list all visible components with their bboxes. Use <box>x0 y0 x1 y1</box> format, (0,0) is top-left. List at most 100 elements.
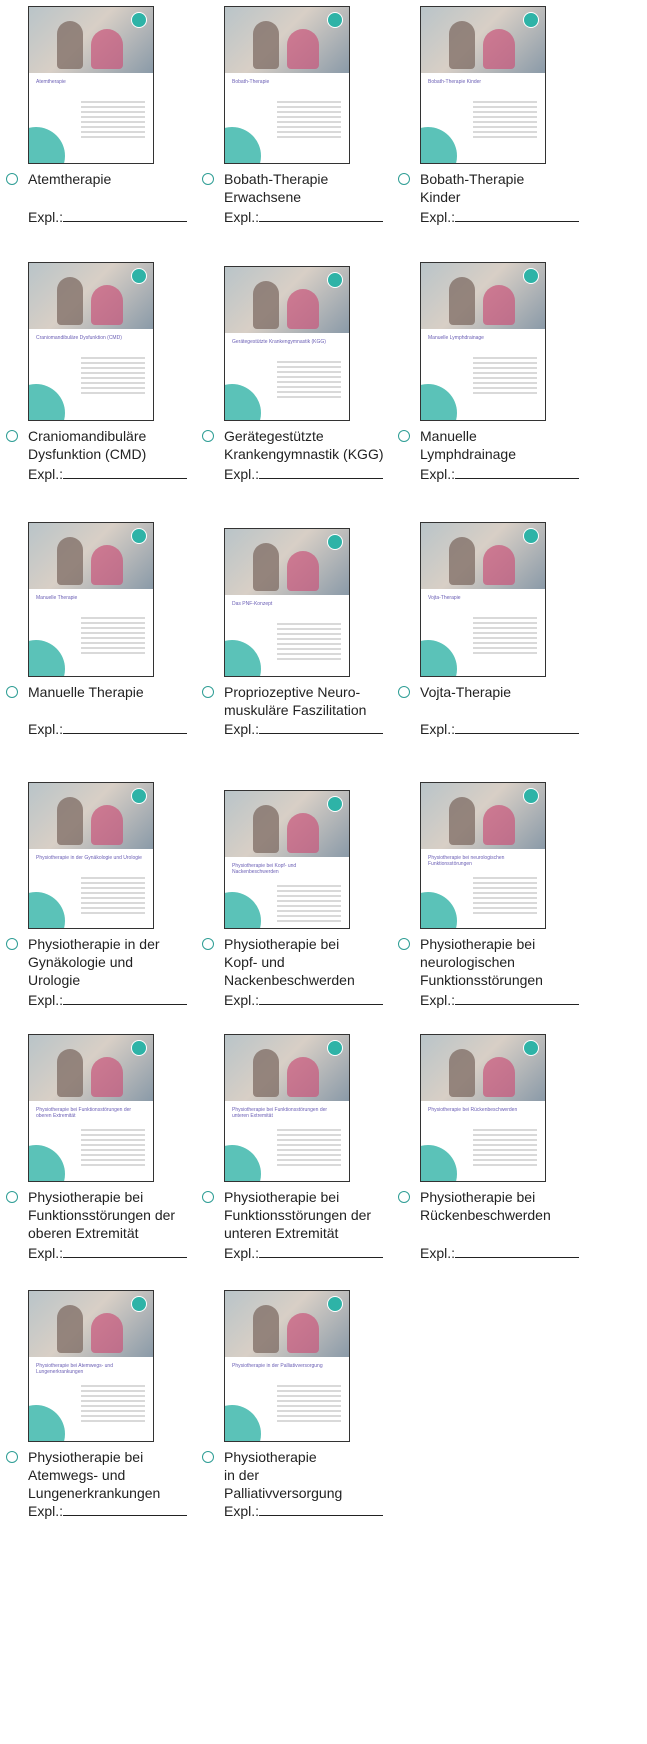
copies-field: Expl.: <box>420 991 580 1009</box>
copies-field: Expl.: <box>224 1502 384 1520</box>
select-radio-button[interactable] <box>6 173 18 185</box>
brochure-cover-image: Physiotherapie bei Funktionsstörungen de… <box>224 1034 350 1182</box>
brochure-cover-image: Physiotherapie in der Palliativversorgun… <box>224 1290 350 1442</box>
logo-badge-icon <box>523 788 539 804</box>
copies-label: Expl.: <box>420 721 456 737</box>
logo-badge-icon <box>327 1296 343 1312</box>
copies-field: Expl.: <box>224 465 384 483</box>
brochure-label: Vojta-Therapie <box>420 684 512 700</box>
select-radio-button[interactable] <box>398 173 410 185</box>
copies-input-line[interactable] <box>63 1245 188 1258</box>
brochure-title: Physiotherapie bei neurologischen Funkti… <box>428 855 505 867</box>
brochure-label: Physiotherapie bei Atemwegs- und Lungene… <box>28 1449 161 1501</box>
logo-badge-icon <box>523 12 539 28</box>
copies-label: Expl.: <box>420 1245 456 1261</box>
copies-input-line[interactable] <box>259 992 384 1005</box>
select-radio-button[interactable] <box>6 1451 18 1463</box>
brochure-label: Bobath-Therapie Erwachsene <box>224 171 329 205</box>
brochure-title: Das PNF-Konzept <box>232 601 273 607</box>
brochure-title: Manuelle Therapie <box>36 595 78 601</box>
copies-field: Expl.: <box>420 465 580 483</box>
logo-badge-icon <box>131 12 147 28</box>
brochure-title: Bobath-Therapie Kinder <box>428 79 482 85</box>
copies-label: Expl.: <box>224 721 260 737</box>
select-radio-button[interactable] <box>6 1191 18 1203</box>
select-radio-button[interactable] <box>6 938 18 950</box>
copies-input-line[interactable] <box>455 466 580 479</box>
copies-input-line[interactable] <box>259 209 384 222</box>
brochure-cover-image: Physiotherapie in der Gynäkologie und Ur… <box>28 782 154 929</box>
copies-field: Expl.: <box>28 991 188 1009</box>
copies-field: Expl.: <box>28 1244 188 1262</box>
brochure-label: Craniomandibuläre Dysfunktion (CMD) <box>28 428 147 462</box>
brochure-label: Gerätegestützte Krankengymnastik (KGG) <box>224 428 384 462</box>
copies-input-line[interactable] <box>63 209 188 222</box>
copies-field: Expl.: <box>28 465 188 483</box>
brochure-label: Physiotherapie bei Rückenbeschwerden <box>420 1189 551 1223</box>
copies-input-line[interactable] <box>63 992 188 1005</box>
copies-field: Expl.: <box>420 1244 580 1262</box>
copies-label: Expl.: <box>28 721 64 737</box>
copies-input-line[interactable] <box>455 209 580 222</box>
copies-label: Expl.: <box>224 1503 260 1519</box>
select-radio-button[interactable] <box>202 1451 214 1463</box>
copies-field: Expl.: <box>420 720 580 738</box>
logo-badge-icon <box>523 1040 539 1056</box>
copies-field: Expl.: <box>28 720 188 738</box>
copies-input-line[interactable] <box>259 721 384 734</box>
brochure-cover-image: Physiotherapie bei Atemwegs- und Lungene… <box>28 1290 154 1442</box>
select-radio-button[interactable] <box>6 686 18 698</box>
brochure-title: Physiotherapie bei Funktionsstörungen de… <box>232 1107 328 1119</box>
logo-badge-icon <box>327 796 343 812</box>
copies-label: Expl.: <box>420 466 456 482</box>
logo-badge-icon <box>131 1040 147 1056</box>
logo-badge-icon <box>327 1040 343 1056</box>
brochure-label: Bobath-Therapie Kinder <box>420 171 525 205</box>
brochure-cover-image: Physiotherapie bei Rückenbeschwerden <box>420 1034 546 1182</box>
brochure-label: Physiotherapie bei Kopf- und Nackenbesch… <box>224 936 355 988</box>
copies-label: Expl.: <box>28 992 64 1008</box>
copies-input-line[interactable] <box>63 466 188 479</box>
copies-input-line[interactable] <box>259 1245 384 1258</box>
copies-label: Expl.: <box>28 466 64 482</box>
copies-label: Expl.: <box>28 209 64 225</box>
copies-input-line[interactable] <box>455 1245 580 1258</box>
brochure-label: Physiotherapie in der Gynäkologie und Ur… <box>28 936 160 988</box>
copies-input-line[interactable] <box>455 721 580 734</box>
copies-input-line[interactable] <box>63 721 188 734</box>
copies-input-line[interactable] <box>259 466 384 479</box>
brochure-label: Manuelle Lymphdrainage <box>420 428 516 462</box>
select-radio-button[interactable] <box>398 686 410 698</box>
select-radio-button[interactable] <box>6 430 18 442</box>
brochure-cover-image: Bobath-Therapie Kinder <box>420 6 546 164</box>
select-radio-button[interactable] <box>202 938 214 950</box>
select-radio-button[interactable] <box>398 1191 410 1203</box>
brochure-label: Physiotherapie bei Funktionsstörungen de… <box>224 1189 372 1241</box>
select-radio-button[interactable] <box>202 1191 214 1203</box>
logo-badge-icon <box>523 528 539 544</box>
brochure-title: Physiotherapie in der Gynäkologie und Ur… <box>36 855 142 861</box>
brochure-label: Physiotherapie bei Funktionsstörungen de… <box>28 1189 176 1241</box>
copies-field: Expl.: <box>28 208 188 226</box>
logo-badge-icon <box>131 528 147 544</box>
copies-label: Expl.: <box>28 1503 64 1519</box>
select-radio-button[interactable] <box>398 938 410 950</box>
select-radio-button[interactable] <box>202 173 214 185</box>
copies-input-line[interactable] <box>455 992 580 1005</box>
copies-field: Expl.: <box>224 208 384 226</box>
select-radio-button[interactable] <box>202 686 214 698</box>
copies-label: Expl.: <box>224 466 260 482</box>
brochure-cover-image: Physiotherapie bei Funktionsstörungen de… <box>28 1034 154 1182</box>
copies-input-line[interactable] <box>63 1503 188 1516</box>
copies-input-line[interactable] <box>259 1503 384 1516</box>
brochure-cover-image: Bobath-Therapie <box>224 6 350 164</box>
brochure-label: Physiotherapie bei neurologischen Funkti… <box>420 936 543 988</box>
select-radio-button[interactable] <box>398 430 410 442</box>
brochure-cover-image: Physiotherapie bei neurologischen Funkti… <box>420 782 546 929</box>
brochure-title: Bobath-Therapie <box>232 79 270 85</box>
select-radio-button[interactable] <box>202 430 214 442</box>
brochure-cover-image: Craniomandibuläre Dysfunktion (CMD) <box>28 262 154 421</box>
copies-field: Expl.: <box>224 1244 384 1262</box>
copies-label: Expl.: <box>224 992 260 1008</box>
brochure-title: Physiotherapie in der Palliativversorgun… <box>232 1363 323 1369</box>
